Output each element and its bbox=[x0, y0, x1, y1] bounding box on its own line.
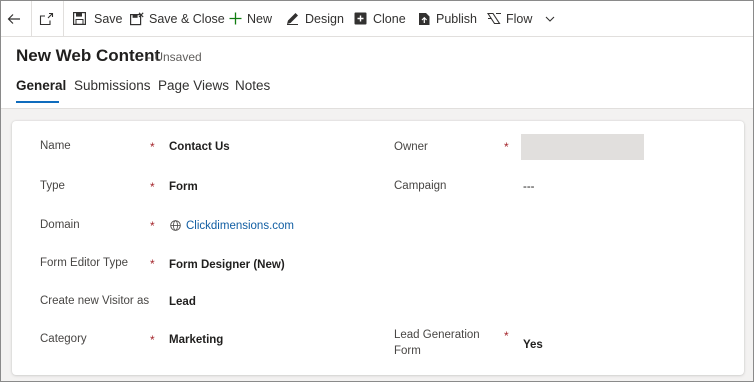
required-indicator: * bbox=[150, 180, 155, 194]
back-arrow-icon bbox=[7, 13, 20, 24]
type-field[interactable]: Form bbox=[169, 181, 198, 193]
active-tab-indicator bbox=[16, 101, 59, 103]
save-icon bbox=[73, 12, 86, 25]
design-button[interactable]: Design bbox=[286, 1, 344, 36]
form-editor-type-field[interactable]: Form Designer (New) bbox=[169, 259, 285, 271]
tab-page-views[interactable]: Page Views bbox=[158, 78, 229, 93]
app-window: Save Save & Close New Design Clone Publi… bbox=[0, 0, 754, 382]
clone-button[interactable]: Clone bbox=[354, 1, 406, 36]
save-button[interactable]: Save bbox=[73, 1, 123, 36]
domain-label: Domain bbox=[40, 219, 80, 231]
form-editor-type-label: Form Editor Type bbox=[40, 257, 128, 269]
name-field[interactable]: Contact Us bbox=[169, 141, 230, 153]
category-label: Category bbox=[40, 333, 87, 345]
required-indicator: * bbox=[504, 140, 509, 154]
page-title: New Web Content bbox=[16, 46, 161, 65]
back-button[interactable] bbox=[7, 1, 25, 36]
type-label: Type bbox=[40, 180, 65, 192]
publish-label: Publish bbox=[436, 11, 477, 26]
name-label: Name bbox=[40, 140, 71, 152]
design-label: Design bbox=[305, 11, 344, 26]
owner-field[interactable] bbox=[521, 134, 644, 160]
plus-icon bbox=[229, 12, 242, 25]
popout-button[interactable] bbox=[39, 1, 57, 36]
required-indicator: * bbox=[504, 329, 509, 343]
lead-generation-form-label-line1: Lead Generation bbox=[394, 329, 480, 341]
command-bar: Save Save & Close New Design Clone Publi… bbox=[1, 1, 753, 37]
save-label: Save bbox=[94, 11, 123, 26]
required-indicator: * bbox=[150, 219, 155, 233]
save-status: - Unsaved bbox=[147, 50, 202, 64]
save-close-button[interactable]: Save & Close bbox=[130, 1, 225, 36]
tab-submissions[interactable]: Submissions bbox=[74, 78, 151, 93]
publish-icon bbox=[419, 12, 430, 25]
popout-icon bbox=[39, 12, 54, 25]
lead-generation-form-label-line2: Form bbox=[394, 345, 421, 357]
design-icon bbox=[287, 13, 298, 25]
new-button[interactable]: New bbox=[229, 1, 272, 36]
toolbar-divider bbox=[63, 1, 64, 36]
flow-button[interactable]: Flow bbox=[487, 1, 555, 36]
globe-icon bbox=[170, 220, 181, 231]
save-close-label: Save & Close bbox=[149, 11, 225, 26]
flow-icon bbox=[487, 12, 501, 25]
lead-generation-form-field[interactable]: Yes bbox=[523, 339, 543, 351]
campaign-label: Campaign bbox=[394, 180, 447, 192]
publish-button[interactable]: Publish bbox=[418, 1, 477, 36]
create-visitor-field[interactable]: Lead bbox=[169, 296, 196, 308]
required-indicator: * bbox=[150, 140, 155, 154]
clone-label: Clone bbox=[373, 11, 406, 26]
flow-label: Flow bbox=[506, 11, 533, 26]
save-close-icon bbox=[130, 11, 144, 25]
new-label: New bbox=[247, 11, 273, 26]
tab-notes[interactable]: Notes bbox=[235, 78, 270, 93]
domain-link[interactable]: Clickdimensions.com bbox=[186, 220, 294, 232]
owner-label: Owner bbox=[394, 141, 428, 153]
toolbar-divider bbox=[31, 1, 32, 36]
required-indicator: * bbox=[150, 257, 155, 271]
chevron-down-icon bbox=[546, 16, 555, 22]
clone-icon bbox=[354, 12, 367, 25]
tab-general[interactable]: General bbox=[16, 78, 66, 93]
category-field[interactable]: Marketing bbox=[169, 334, 223, 346]
create-visitor-label: Create new Visitor as bbox=[40, 295, 150, 307]
campaign-field[interactable]: --- bbox=[523, 181, 535, 193]
required-indicator: * bbox=[150, 333, 155, 347]
